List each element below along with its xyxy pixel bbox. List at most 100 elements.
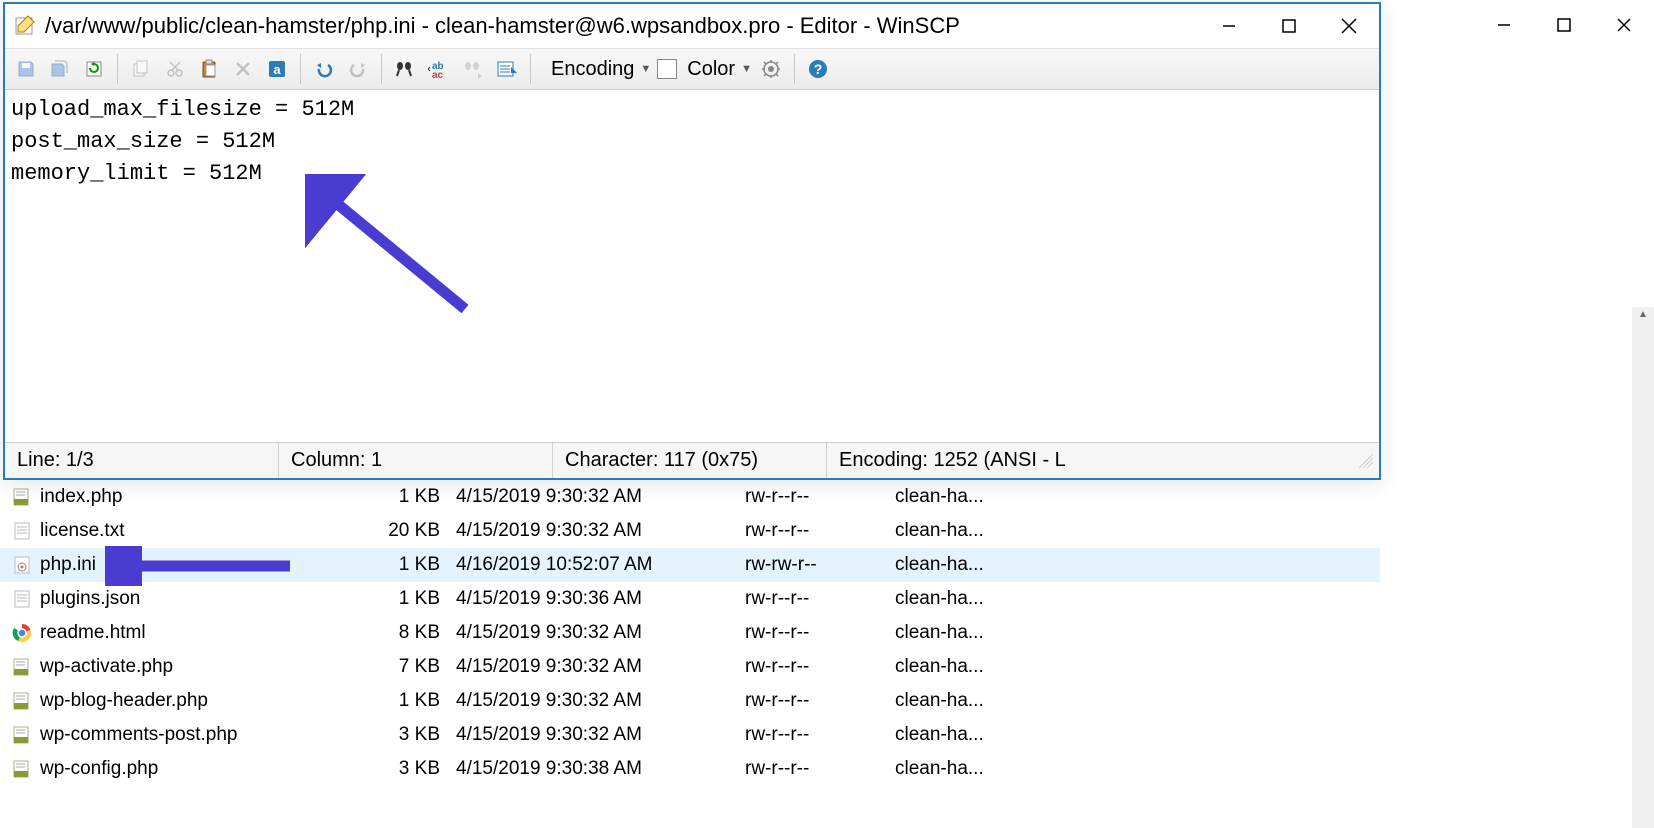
- close-icon: [1617, 18, 1631, 32]
- file-row[interactable]: readme.html8 KB4/15/2019 9:30:32 AMrw-r-…: [0, 616, 1380, 650]
- encoding-label: Encoding: [539, 58, 638, 81]
- scroll-up-icon: ▲: [1638, 309, 1648, 320]
- color-dropdown[interactable]: Color ▼: [683, 58, 752, 81]
- file-size: 3 KB: [335, 724, 450, 746]
- minimize-button[interactable]: [1199, 4, 1259, 48]
- file-rights: rw-r--r--: [745, 724, 895, 746]
- file-row[interactable]: wp-config.php3 KB4/15/2019 9:30:38 AMrw-…: [0, 752, 1380, 786]
- help-button[interactable]: ?: [803, 54, 833, 84]
- paste-button[interactable]: [194, 54, 224, 84]
- file-owner: clean-ha...: [895, 554, 1025, 576]
- reload-button[interactable]: [79, 54, 109, 84]
- file-icon: [10, 519, 34, 543]
- maximize-icon: [1282, 19, 1296, 33]
- status-column: Column: 1: [279, 443, 553, 478]
- window-title: /var/www/public/clean-hamster/php.ini - …: [45, 13, 1199, 39]
- delete-button[interactable]: [228, 54, 258, 84]
- close-button[interactable]: [1319, 4, 1379, 48]
- replace-button[interactable]: abac: [424, 54, 454, 84]
- bg-close-button[interactable]: [1594, 0, 1654, 50]
- file-owner: clean-ha...: [895, 588, 1025, 610]
- separator: [300, 54, 301, 84]
- file-icon: [10, 621, 34, 645]
- cut-button[interactable]: [160, 54, 190, 84]
- file-rights: rw-r--r--: [745, 622, 895, 644]
- file-row[interactable]: index.php1 KB4/15/2019 9:30:32 AMrw-r--r…: [0, 480, 1380, 514]
- file-owner: clean-ha...: [895, 622, 1025, 644]
- save-button[interactable]: [11, 54, 41, 84]
- file-row[interactable]: wp-comments-post.php3 KB4/15/2019 9:30:3…: [0, 718, 1380, 752]
- file-row[interactable]: php.ini1 KB4/16/2019 10:52:07 AMrw-rw-r-…: [0, 548, 1380, 582]
- resize-grip-icon[interactable]: [1357, 452, 1375, 470]
- find-next-button[interactable]: [458, 54, 488, 84]
- color-label: Color: [683, 58, 739, 81]
- file-date: 4/15/2019 9:30:36 AM: [450, 588, 745, 610]
- file-name: license.txt: [40, 520, 335, 542]
- copy-button[interactable]: [126, 54, 156, 84]
- scrollbar-vertical[interactable]: ▲: [1632, 307, 1654, 828]
- maximize-icon: [1557, 18, 1571, 32]
- chevron-down-icon: ▼: [640, 63, 651, 75]
- file-name: php.ini: [40, 554, 335, 576]
- file-rights: rw-r--r--: [745, 690, 895, 712]
- file-name: wp-comments-post.php: [40, 724, 335, 746]
- encoding-dropdown[interactable]: Encoding ▼: [539, 58, 651, 81]
- file-date: 4/15/2019 9:30:32 AM: [450, 486, 745, 508]
- bg-minimize-button[interactable]: [1474, 0, 1534, 50]
- editor-titlebar: /var/www/public/clean-hamster/php.ini - …: [5, 4, 1379, 48]
- file-size: 1 KB: [335, 690, 450, 712]
- find-button[interactable]: [390, 54, 420, 84]
- file-icon: [10, 723, 34, 747]
- editor-window: /var/www/public/clean-hamster/php.ini - …: [3, 2, 1381, 480]
- file-size: 20 KB: [335, 520, 450, 542]
- editor-textarea[interactable]: upload_max_filesize = 512M post_max_size…: [5, 90, 1379, 442]
- file-owner: clean-ha...: [895, 486, 1025, 508]
- file-icon: [10, 587, 34, 611]
- app-icon: [11, 14, 39, 38]
- file-row[interactable]: license.txt20 KB4/15/2019 9:30:32 AMrw-r…: [0, 514, 1380, 548]
- svg-text:a: a: [273, 62, 281, 77]
- file-rights: rw-rw-r--: [745, 554, 895, 576]
- file-rights: rw-r--r--: [745, 588, 895, 610]
- file-icon: [10, 553, 34, 577]
- undo-button[interactable]: [309, 54, 339, 84]
- file-icon: [10, 689, 34, 713]
- file-size: 1 KB: [335, 486, 450, 508]
- color-swatch[interactable]: [657, 59, 677, 79]
- minimize-icon: [1497, 18, 1511, 32]
- separator: [794, 54, 795, 84]
- file-owner: clean-ha...: [895, 758, 1025, 780]
- file-row[interactable]: wp-blog-header.php1 KB4/15/2019 9:30:32 …: [0, 684, 1380, 718]
- file-name: wp-config.php: [40, 758, 335, 780]
- file-rights: rw-r--r--: [745, 486, 895, 508]
- file-size: 3 KB: [335, 758, 450, 780]
- goto-button[interactable]: [492, 54, 522, 84]
- select-all-button[interactable]: a: [262, 54, 292, 84]
- status-line: Line: 1/3: [5, 443, 279, 478]
- file-row[interactable]: wp-activate.php7 KB4/15/2019 9:30:32 AMr…: [0, 650, 1380, 684]
- file-date: 4/15/2019 9:30:32 AM: [450, 690, 745, 712]
- bg-maximize-button[interactable]: [1534, 0, 1594, 50]
- status-encoding: Encoding: 1252 (ANSI - L: [827, 443, 1357, 478]
- file-row[interactable]: plugins.json1 KB4/15/2019 9:30:36 AMrw-r…: [0, 582, 1380, 616]
- file-name: plugins.json: [40, 588, 335, 610]
- file-size: 8 KB: [335, 622, 450, 644]
- file-date: 4/15/2019 9:30:32 AM: [450, 724, 745, 746]
- file-rights: rw-r--r--: [745, 758, 895, 780]
- file-owner: clean-ha...: [895, 724, 1025, 746]
- file-size: 1 KB: [335, 554, 450, 576]
- file-rights: rw-r--r--: [745, 520, 895, 542]
- redo-button[interactable]: [343, 54, 373, 84]
- file-name: wp-activate.php: [40, 656, 335, 678]
- file-owner: clean-ha...: [895, 656, 1025, 678]
- save-all-button[interactable]: [45, 54, 75, 84]
- separator: [530, 54, 531, 84]
- preferences-button[interactable]: [756, 54, 786, 84]
- editor-toolbar: a abac Encoding ▼ Color ▼ ?: [5, 48, 1379, 90]
- chevron-down-icon: ▼: [741, 63, 752, 75]
- file-icon: [10, 655, 34, 679]
- file-date: 4/15/2019 9:30:32 AM: [450, 622, 745, 644]
- file-size: 7 KB: [335, 656, 450, 678]
- maximize-button[interactable]: [1259, 4, 1319, 48]
- file-name: index.php: [40, 486, 335, 508]
